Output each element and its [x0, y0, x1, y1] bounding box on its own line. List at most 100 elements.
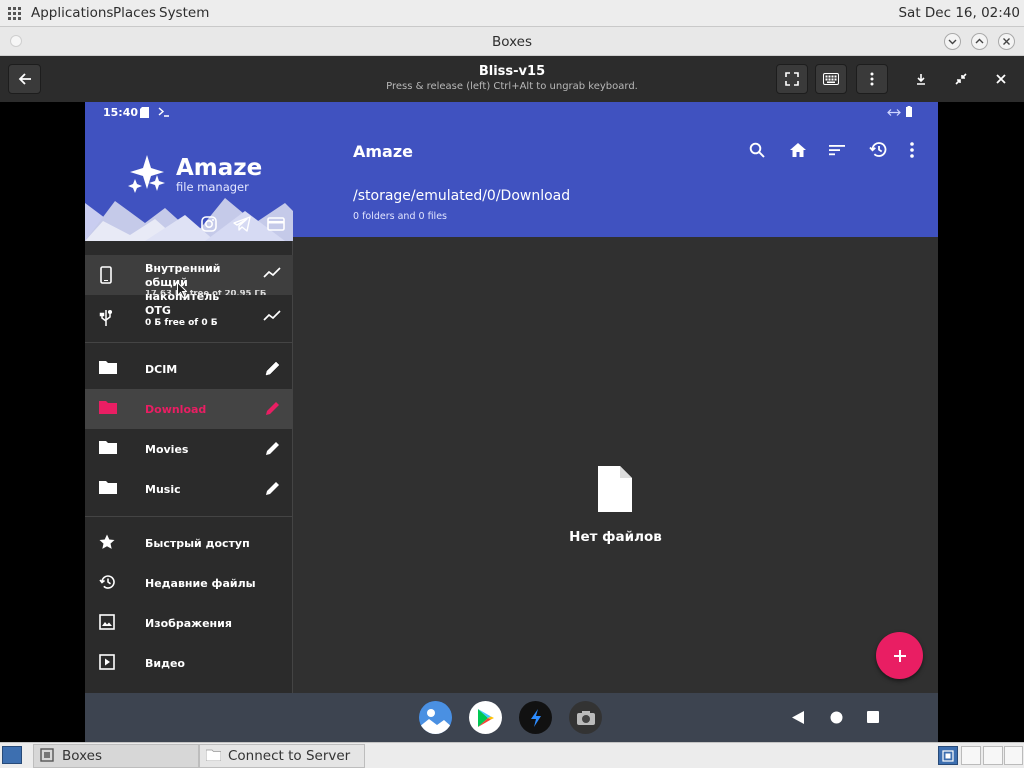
- edit-icon[interactable]: [265, 440, 281, 459]
- menu-applications[interactable]: Applications: [31, 5, 113, 21]
- images-label: Изображения: [145, 617, 232, 630]
- storage-otg-detail: 0 Б free of 0 Б: [145, 318, 218, 328]
- history-icon: [99, 574, 116, 593]
- folder-movies-label: Movies: [145, 443, 189, 456]
- folder-dcim-label: DCIM: [145, 363, 178, 376]
- folder-music-label: Music: [145, 483, 181, 496]
- maximize-button[interactable]: [971, 33, 988, 50]
- analytics-icon[interactable]: [263, 309, 281, 324]
- analytics-icon[interactable]: [263, 266, 281, 281]
- window-title: Boxes: [491, 34, 533, 50]
- home-nav-icon[interactable]: [830, 711, 843, 724]
- menu-system[interactable]: System: [159, 5, 209, 21]
- camera-app-icon[interactable]: [569, 701, 602, 734]
- app-title: Amaze: [353, 142, 414, 161]
- top-panel: Applications Places System Sat Dec 16, 0…: [0, 0, 1024, 27]
- taskbar-item-connect-server[interactable]: Connect to Server: [199, 744, 365, 768]
- menu-places[interactable]: Places: [113, 5, 156, 21]
- network-icon: [887, 108, 901, 117]
- recent-files[interactable]: Недавние файлы: [85, 563, 293, 603]
- app-bar: Amaze /storage/emulated/0/Download 0 fol…: [293, 123, 938, 237]
- terminal-icon: [158, 107, 170, 117]
- phone-icon: [99, 266, 113, 287]
- current-path: /storage/emulated/0/Download: [353, 188, 571, 204]
- drawer-app-subtitle: file manager: [176, 180, 249, 194]
- taskbar-item-boxes-label: Boxes: [62, 748, 103, 764]
- back-nav-icon[interactable]: [791, 711, 805, 724]
- folder-summary: 0 folders and 0 files: [353, 211, 447, 222]
- fab-add-button[interactable]: [876, 632, 923, 679]
- show-desktop-icon[interactable]: [2, 746, 22, 764]
- window-titlebar: Boxes: [0, 27, 1024, 56]
- terminal-app-icon[interactable]: [519, 701, 552, 734]
- folder-music[interactable]: Music: [85, 469, 293, 509]
- folder-movies[interactable]: Movies: [85, 429, 293, 469]
- image-icon: [99, 614, 115, 633]
- workspace-4-icon[interactable]: [1004, 746, 1023, 765]
- history-icon[interactable]: [869, 141, 887, 158]
- overflow-menu-icon[interactable]: [910, 142, 914, 158]
- more-options-button[interactable]: [856, 64, 888, 94]
- minimize-button[interactable]: [944, 33, 961, 50]
- apps-grid-icon[interactable]: [8, 7, 21, 24]
- images[interactable]: Изображения: [85, 603, 293, 643]
- storage-internal-detail: 17,63 ГБ free of 20,95 ГБ: [145, 290, 267, 295]
- android-navbar: [85, 693, 938, 742]
- workspace-3-icon[interactable]: [983, 746, 1003, 765]
- sort-icon[interactable]: [829, 144, 845, 156]
- quick-access-label: Быстрый доступ: [145, 537, 250, 550]
- folder-download-label: Download: [145, 403, 207, 416]
- vm-display[interactable]: 15:40 Amaze file manager Внутренний общи…: [85, 102, 938, 742]
- gallery-app-icon[interactable]: [419, 701, 452, 734]
- mouse-cursor-icon: [177, 281, 188, 302]
- instagram-icon[interactable]: [201, 216, 217, 232]
- play-store-icon[interactable]: [469, 701, 502, 734]
- edit-icon[interactable]: [265, 360, 281, 379]
- amaze-logo-icon: [127, 155, 169, 195]
- battery-icon: [906, 106, 912, 117]
- recents-nav-icon[interactable]: [867, 711, 879, 723]
- file-icon: [596, 464, 634, 514]
- navigation-drawer: Amaze file manager Внутренний общий нако…: [85, 123, 293, 693]
- folder-icon: [99, 360, 117, 377]
- status-time: 15:40: [103, 106, 139, 119]
- search-icon[interactable]: [749, 142, 765, 158]
- taskbar-item-connect-server-label: Connect to Server: [228, 748, 351, 764]
- taskbar-item-boxes[interactable]: Boxes: [33, 744, 199, 768]
- edit-icon[interactable]: [265, 400, 281, 419]
- minimize-down-icon[interactable]: [906, 64, 936, 94]
- card-icon[interactable]: [267, 217, 285, 231]
- folder-download[interactable]: Download: [85, 389, 293, 429]
- storage-internal[interactable]: Внутренний общий накопитель 17,63 ГБ fre…: [85, 255, 293, 303]
- unfullscreen-icon[interactable]: [946, 64, 976, 94]
- video-icon: [99, 654, 115, 673]
- storage-otg[interactable]: OTG 0 Б free of 0 Б: [85, 298, 293, 338]
- drawer-app-name: Amaze: [176, 155, 263, 181]
- clock[interactable]: Sat Dec 16, 02:40: [898, 5, 1020, 21]
- keyboard-button[interactable]: [815, 64, 847, 94]
- fullscreen-button[interactable]: [776, 64, 808, 94]
- folder-icon: [99, 480, 117, 497]
- storage-otg-label: OTG: [145, 304, 171, 317]
- videos[interactable]: Видео: [85, 643, 293, 683]
- folder-icon: [99, 400, 117, 417]
- usb-icon: [99, 309, 113, 330]
- edit-icon[interactable]: [265, 480, 281, 499]
- android-statusbar: 15:40: [85, 102, 938, 123]
- close-button[interactable]: [998, 33, 1015, 50]
- taskbar: Boxes Connect to Server: [0, 742, 1024, 768]
- home-icon[interactable]: [789, 142, 807, 158]
- star-icon: [99, 534, 115, 553]
- divider: [85, 342, 293, 343]
- folder-icon: [206, 749, 221, 761]
- sd-card-icon: [140, 107, 149, 118]
- telegram-icon[interactable]: [233, 216, 251, 232]
- workspace-2-icon[interactable]: [961, 746, 981, 765]
- folder-dcim[interactable]: DCIM: [85, 349, 293, 389]
- videos-label: Видео: [145, 657, 185, 670]
- quick-access[interactable]: Быстрый доступ: [85, 523, 293, 563]
- boxes-headerbar: Bliss-v15 Press & release (left) Ctrl+Al…: [0, 56, 1024, 102]
- boxes-app-icon: [40, 748, 54, 762]
- workspace-1-icon[interactable]: [938, 746, 958, 765]
- close-icon[interactable]: [986, 64, 1016, 94]
